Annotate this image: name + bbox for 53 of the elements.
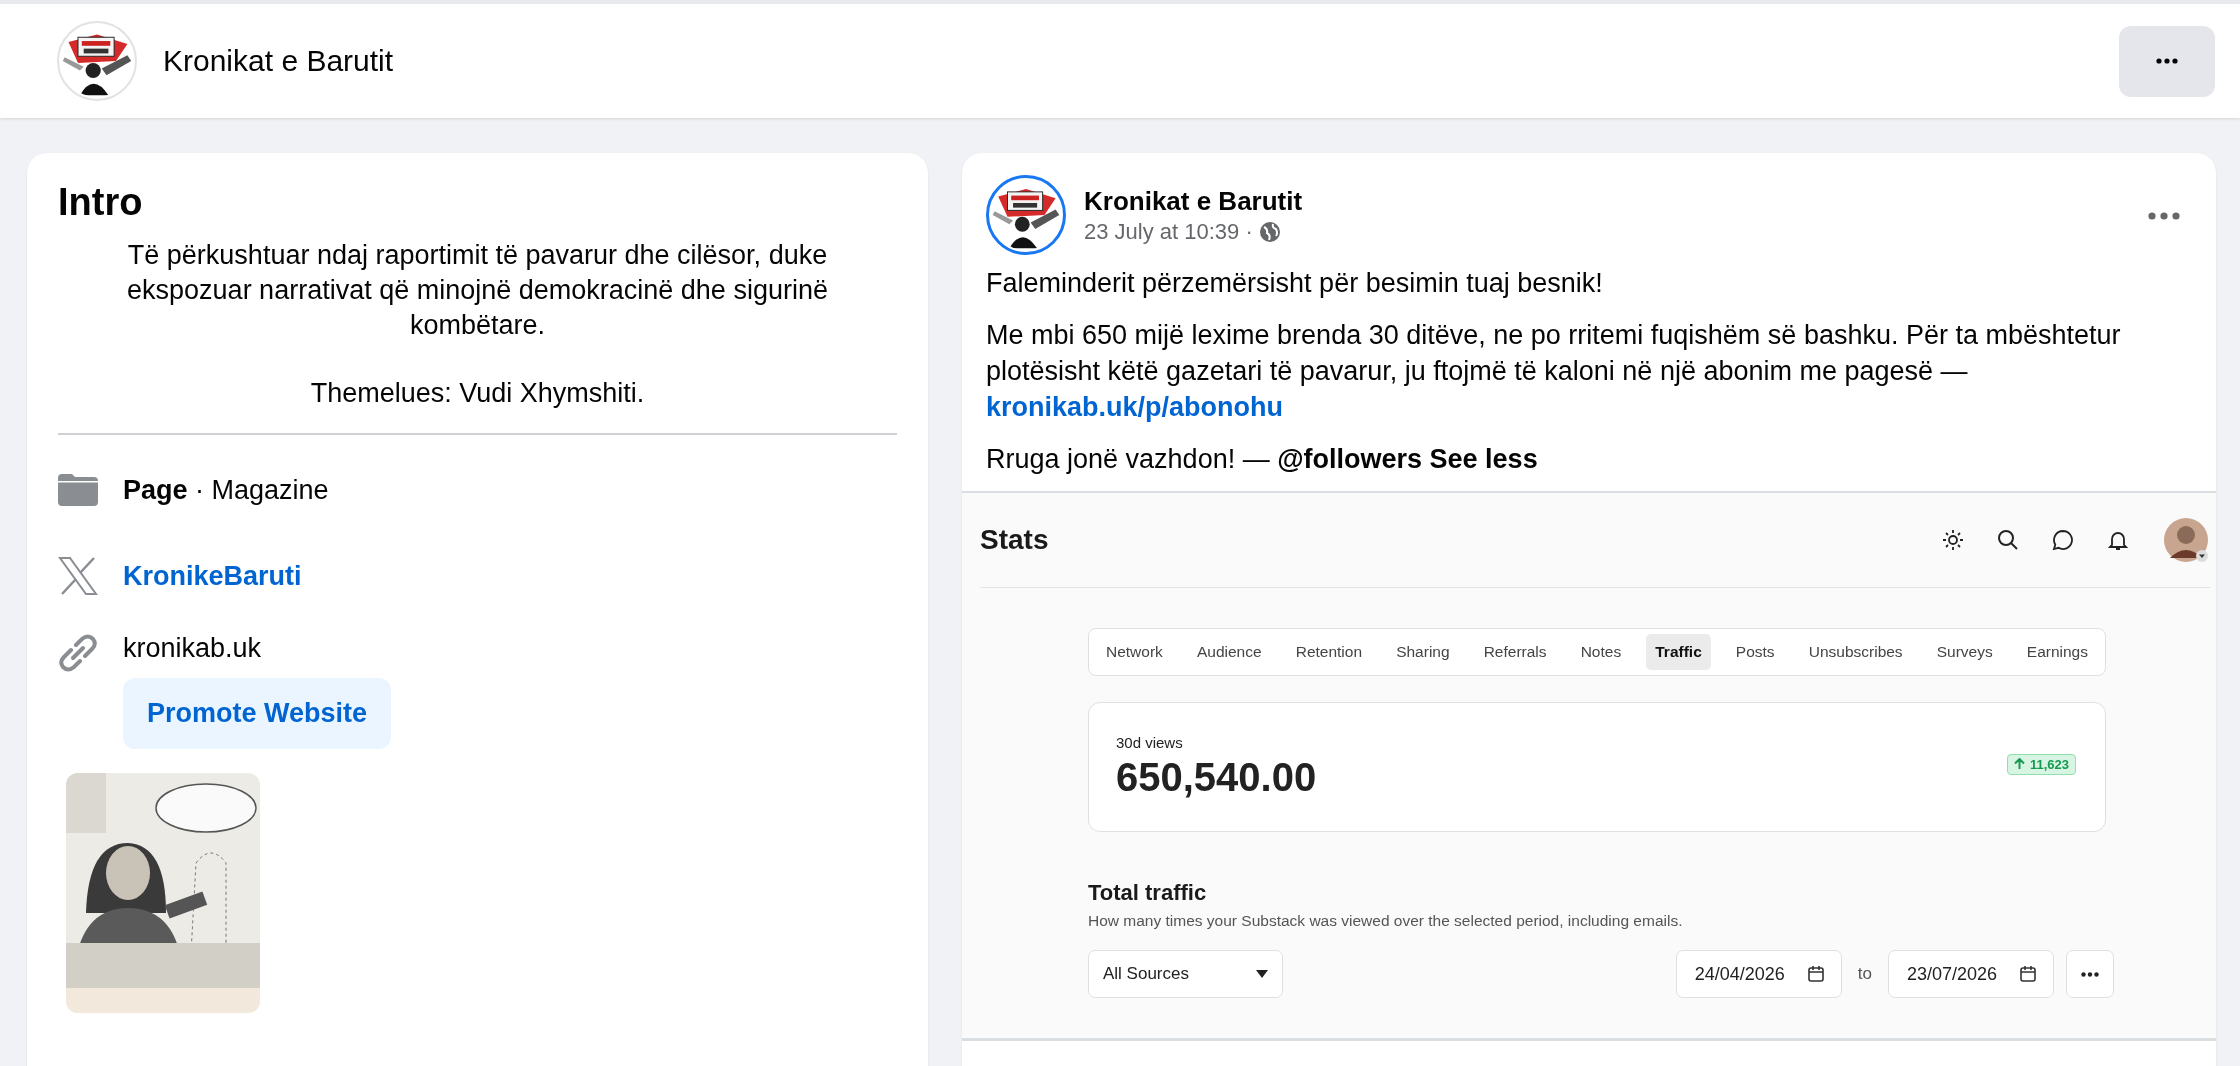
page-category: Page · Magazine xyxy=(123,474,329,506)
folder-icon xyxy=(58,474,98,506)
source-dropdown[interactable]: All Sources xyxy=(1088,950,1283,998)
stats-tab[interactable]: Traffic xyxy=(1646,634,1711,670)
author-name[interactable]: Kronikat e Barutit xyxy=(1084,185,2120,217)
page-name: Kronikat e Barutit xyxy=(163,44,394,78)
metric-label: 30d views xyxy=(1116,734,1184,751)
date-field[interactable]: 23/07/2026 xyxy=(1887,950,2054,998)
bio-text: Të përkushtuar ndaj raportimit të pavarur dhe cilësor, duke ekspozuar narrativat që minojnë demokracinë dhe sigurinë kombëtare. xyxy=(126,239,829,342)
section-title: Total traffic xyxy=(1088,880,1208,906)
post-text: Me mbi 650 mijë lexime brenda 30 ditëve, ne po rritemi fuqishëm së bashku. Për ta mbështetur plotësisht këtë gazetari të pavarur, ju ftojmë të kaloni në një abonim me pagesë — kronikab.uk/p/abonohu xyxy=(986,319,2122,424)
stats-tab[interactable]: Notes xyxy=(1571,634,1631,670)
calendar-icon xyxy=(2019,965,2037,983)
search-icon[interactable] xyxy=(1997,529,2019,551)
chat-bubble-icon[interactable] xyxy=(2052,529,2074,551)
stats-tab[interactable]: Network xyxy=(1097,634,1172,670)
more-icon xyxy=(2148,211,2180,220)
post-text: Faleminderit përzemërsisht për besimin tuaj besnik! xyxy=(986,267,1604,300)
metric-value: 650,540.00 xyxy=(1116,755,1317,800)
see-less-link[interactable]: See less xyxy=(1429,444,1538,474)
stats-tab[interactable]: Surveys xyxy=(1927,634,2002,670)
post-text: Rruga jonë vazhdon! — @followers See less xyxy=(986,443,1539,476)
arrow-up-icon xyxy=(2013,758,2025,770)
more-button[interactable] xyxy=(2066,950,2114,998)
section-description: How many times your Substack was viewed over the selected period, including emails. xyxy=(1088,912,1684,930)
sun-icon xyxy=(1942,529,1964,551)
globe-icon xyxy=(1258,220,1281,243)
founder-text: Themelues: Vudi Xhymshiti. xyxy=(309,377,646,410)
change-value: 11,623 xyxy=(2029,756,2069,772)
date-field[interactable]: 24/04/2026 xyxy=(1675,950,1842,998)
stats-tab[interactable]: Retention xyxy=(1286,634,1372,670)
stats-tab[interactable]: Unsubscribes xyxy=(1799,634,1912,670)
post-time: 23 July at 10:39 · xyxy=(1084,218,1253,245)
stats-tab[interactable]: Referrals xyxy=(1474,634,1556,670)
caret-icon xyxy=(1256,970,1268,978)
stats-tab[interactable]: Audience xyxy=(1187,634,1271,670)
promote-button[interactable]: Promote Website xyxy=(123,678,392,749)
calendar-icon xyxy=(1806,965,1825,983)
stats-tab[interactable]: Posts xyxy=(1726,634,1784,670)
stats-title: Stats xyxy=(980,524,1049,556)
link-icon xyxy=(58,633,98,673)
to-label: to xyxy=(1857,964,1872,984)
bell-icon[interactable] xyxy=(2107,529,2129,551)
x-logo-icon xyxy=(58,557,98,595)
more-icon xyxy=(2156,58,2178,64)
profile-link[interactable]: KronikeBaruti xyxy=(123,560,302,592)
stats-tab[interactable]: Earnings xyxy=(2017,634,2097,670)
intro-title: Intro xyxy=(58,181,144,224)
stats-tab[interactable]: Sharing xyxy=(1387,634,1459,670)
website-text: kronikab.uk xyxy=(123,633,263,664)
more-icon xyxy=(2081,971,2099,977)
avatar-icon[interactable] xyxy=(2162,516,2210,564)
post-link[interactable]: kronikab.uk/p/abonohu xyxy=(986,392,1283,422)
